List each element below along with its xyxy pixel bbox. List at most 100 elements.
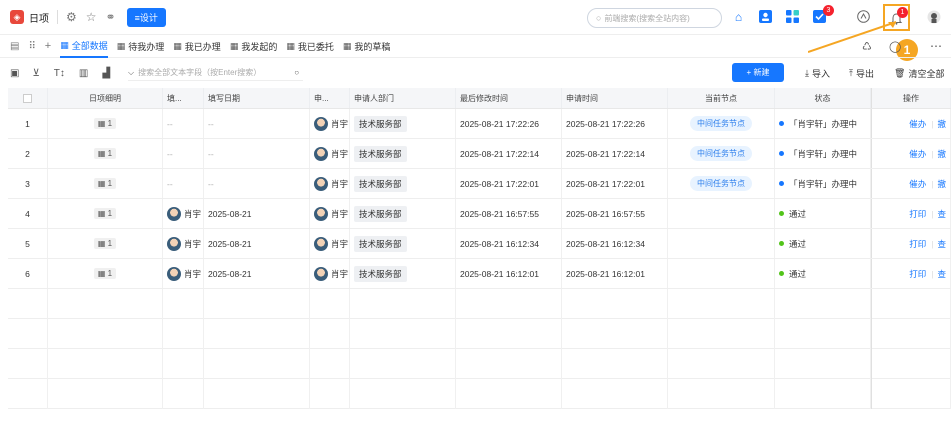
table-icon: ▦ (97, 149, 106, 158)
user-avatar-icon[interactable] (926, 9, 941, 24)
status-dot (779, 181, 784, 186)
col-header[interactable]: 填... (163, 88, 204, 108)
tab-all-data[interactable]: ▦ 全部数据 (60, 36, 108, 58)
table-icon: ▦ (60, 40, 69, 50)
dept-tag: 技术服务部 (354, 175, 407, 192)
detail-chip[interactable]: ▦ 1 (93, 148, 117, 159)
status-text: 通过 (789, 238, 807, 249)
status-text: 通过 (789, 268, 807, 279)
modified-time: 2025-08-21 16:12:01 (456, 259, 562, 288)
row-action-button[interactable]: 催办 (909, 178, 926, 190)
view-tabs: ▤ ⠿ + ▦ 全部数据 ▦ 待我办理 ▦ 我已办理 ▦ 我发起的 ▦ 我已委托 ▦ 我的草… (0, 36, 951, 58)
design-button[interactable]: ≡设计 (126, 7, 166, 27)
col-header[interactable]: 状态 (775, 88, 871, 108)
link-icon[interactable]: ⚭ (106, 11, 116, 23)
text-size-icon[interactable]: T↕ (54, 68, 65, 79)
row-action-button[interactable]: 查 (937, 238, 946, 250)
col-header[interactable]: 填写日期 (204, 88, 310, 108)
table-row[interactable]: 5 ▦ 1 肖宇 2025-08-21 肖宇 技术服务部 2025-08-21 … (8, 229, 951, 259)
row-action-button[interactable]: 撤 (937, 118, 946, 130)
row-action-button[interactable]: 打印 (909, 238, 926, 250)
chat-icon[interactable]: ◯ (889, 40, 901, 53)
row-action-button[interactable]: 催办 (909, 118, 926, 130)
filter-view-icon[interactable]: ▣ (10, 68, 19, 79)
row-action-button[interactable]: 打印 (909, 268, 926, 280)
more-icon[interactable]: ⋯ (930, 39, 942, 53)
filler-empty: -- (167, 118, 173, 129)
node-tag: 中间任务节点 (690, 116, 752, 131)
contacts-icon[interactable] (758, 9, 773, 24)
row-action-button[interactable]: 催办 (909, 148, 926, 160)
table-row[interactable]: 6 ▦ 1 肖宇 2025-08-21 肖宇 技术服务部 2025-08-21 … (8, 259, 951, 289)
tab-pending[interactable]: ▦ 待我办理 (117, 36, 165, 58)
tab-initiated[interactable]: ▦ 我发起的 (230, 36, 278, 58)
row-index: 3 (8, 169, 48, 198)
home-icon[interactable]: ⌂ (731, 9, 746, 24)
table-row[interactable]: 3 ▦ 1 -- -- 肖宇 技术服务部 2025-08-21 17:22:01… (8, 169, 951, 199)
import-button[interactable]: ⤓ 导入 (805, 67, 830, 80)
dept-tag: 技术服务部 (354, 115, 407, 132)
applicant-name: 肖宇 (331, 118, 349, 129)
status-dot (779, 151, 784, 156)
node-tag: 中间任务节点 (690, 176, 752, 191)
add-view-icon[interactable]: + (45, 41, 51, 52)
row-index: 6 (8, 259, 48, 288)
global-search-input[interactable]: ○ 前端搜索(搜索全站内容) (587, 8, 722, 28)
star-icon[interactable]: ☆ (86, 11, 97, 23)
table-row[interactable]: 4 ▦ 1 肖宇 2025-08-21 肖宇 技术服务部 2025-08-21 … (8, 199, 951, 229)
new-record-button[interactable]: + 新建 (732, 63, 784, 82)
row-index: 2 (8, 139, 48, 168)
table-row[interactable]: 2 ▦ 1 -- -- 肖宇 技术服务部 2025-08-21 17:22:14… (8, 139, 951, 169)
filter-icon[interactable]: ⊻ (32, 68, 39, 79)
col-header[interactable]: 最后修改时间 (456, 88, 562, 108)
calendar-icon[interactable]: ▥ (79, 68, 88, 79)
tab-processed[interactable]: ▦ 我已办理 (173, 36, 221, 58)
col-header[interactable]: 当前节点 (668, 88, 775, 108)
data-table: 日项细明 填... 填写日期 申... 申请人部门 最后修改时间 申请时间 当前… (8, 88, 951, 429)
table-row[interactable]: 1 ▦ 1 -- -- 肖宇 技术服务部 2025-08-21 17:22:26… (8, 109, 951, 139)
row-action-button[interactable]: 查 (937, 268, 946, 280)
col-header[interactable]: 日项细明 (48, 88, 163, 108)
export-button[interactable]: ⤒ 导出 (849, 67, 874, 80)
fill-date: 2025-08-21 (208, 238, 252, 249)
row-action-button[interactable]: 撤 (937, 178, 946, 190)
table-icon: ▦ (173, 41, 182, 51)
detail-chip[interactable]: ▦ 1 (93, 238, 117, 249)
avatar (167, 266, 181, 281)
table-icon: ▦ (116, 41, 126, 51)
col-header[interactable]: 申请时间 (562, 88, 668, 108)
empty-row (8, 349, 951, 379)
row-action-button[interactable]: 打印 (909, 208, 926, 220)
filler-empty: -- (167, 148, 173, 159)
applicant-name: 肖宇 (331, 238, 349, 249)
table-search-input[interactable]: ⌵ 搜索全部文本字段（按Enter搜索） ○ (128, 65, 304, 81)
divider: | (931, 118, 934, 129)
refresh-icon[interactable]: ♺ (862, 40, 872, 53)
detail-chip[interactable]: ▦ 1 (93, 118, 117, 129)
empty-row (8, 289, 951, 319)
detail-chip[interactable]: ▦ 1 (93, 208, 117, 219)
drag-handle-icon[interactable]: ⠿ (28, 41, 35, 52)
apps-grid-icon[interactable] (785, 9, 800, 24)
divider: | (931, 268, 934, 279)
select-all-checkbox[interactable] (8, 88, 48, 108)
col-header[interactable]: 申... (310, 88, 350, 108)
table-icon: ▦ (229, 41, 239, 51)
row-action-button[interactable]: 查 (937, 208, 946, 220)
clear-all-button[interactable]: 🗑 清空全部 (894, 67, 944, 80)
view-list-icon[interactable]: ▤ (10, 41, 19, 52)
applied-time: 2025-08-21 16:12:01 (562, 259, 668, 288)
detail-chip[interactable]: ▦ 1 (93, 268, 117, 279)
modified-time: 2025-08-21 16:12:34 (456, 229, 562, 258)
applied-time: 2025-08-21 17:22:26 (562, 109, 668, 138)
col-header[interactable]: 申请人部门 (350, 88, 456, 108)
detail-chip[interactable]: ▦ 1 (93, 178, 117, 189)
tab-delegated[interactable]: ▦ 我已委托 (286, 36, 334, 58)
divider: | (931, 208, 934, 219)
settings-icon[interactable]: ⚙ (66, 11, 77, 23)
divider: | (931, 178, 934, 189)
avatar (314, 146, 328, 161)
row-action-button[interactable]: 撤 (937, 148, 946, 160)
tab-drafts[interactable]: ▦ 我的草稿 (343, 36, 391, 58)
chart-icon[interactable]: ▟ (102, 68, 110, 79)
